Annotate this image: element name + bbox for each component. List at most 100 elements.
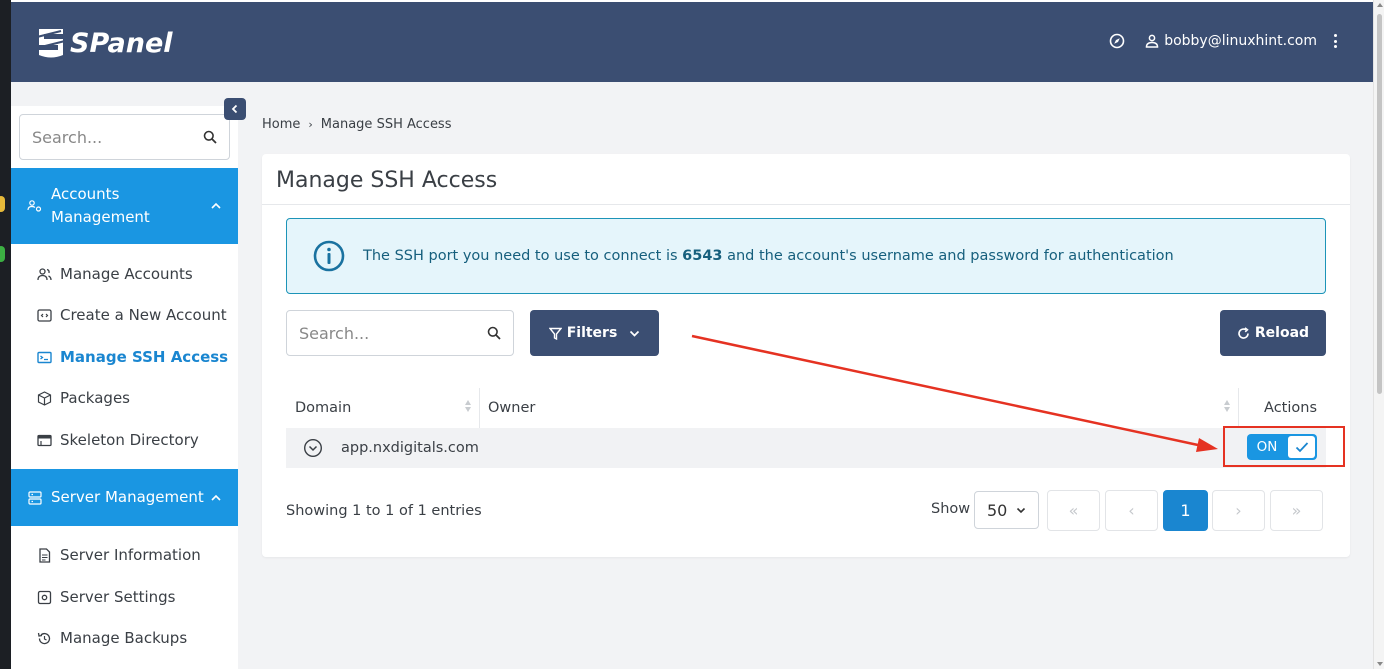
alert-prefix: The SSH port you need to use to connect … xyxy=(363,248,678,264)
scroll-up-icon[interactable] xyxy=(1377,3,1383,7)
filters-button[interactable]: Filters xyxy=(530,310,659,356)
previous-page-icon: ‹ xyxy=(1128,501,1135,520)
ssh-port-value: 6543 xyxy=(682,248,723,264)
highlight-annotation-box xyxy=(1223,426,1345,467)
pagination-previous[interactable]: ‹ xyxy=(1105,490,1158,531)
pagination-next[interactable]: › xyxy=(1212,490,1265,531)
column-label: Owner xyxy=(488,400,536,416)
breadcrumb-home[interactable]: Home xyxy=(262,117,300,132)
sidebar-item-packages[interactable]: Packages xyxy=(37,389,130,407)
sidebar-item-label: Manage Accounts xyxy=(60,265,193,283)
browser-window-icon xyxy=(37,434,52,446)
sidebar-item-manage-ssh-access[interactable]: Manage SSH Access xyxy=(37,348,228,366)
sidebar-item-server-information[interactable]: Server Information xyxy=(37,546,201,564)
sidebar-item-label: Skeleton Directory xyxy=(60,431,199,449)
card-divider xyxy=(262,204,1350,205)
search-icon xyxy=(203,130,217,144)
breadcrumb-separator-icon: › xyxy=(308,118,313,131)
sidebar-item-label: Manage SSH Access xyxy=(60,348,229,366)
sidebar-section-label: Server Management xyxy=(51,488,204,506)
spanel-logo[interactable]: SPanel xyxy=(35,26,173,60)
more-options-icon[interactable] xyxy=(1333,34,1337,48)
filter-icon xyxy=(548,327,562,340)
chevron-left-icon xyxy=(231,104,238,114)
sidebar-item-label: Server Information xyxy=(60,546,201,564)
pagination-first[interactable]: « xyxy=(1047,490,1100,531)
sidebar-item-skeleton-directory[interactable]: Skeleton Directory xyxy=(37,431,199,449)
settings-icon xyxy=(37,590,52,604)
table-row: app.nxdigitals.com ON xyxy=(286,428,1326,468)
accounts-icon xyxy=(27,200,42,212)
package-icon xyxy=(37,390,52,406)
sidebar-search-placeholder: Search... xyxy=(32,127,103,147)
current-page-number: 1 xyxy=(1180,501,1191,520)
scrollbar-thumb[interactable] xyxy=(1377,14,1382,394)
sidebar-section-server-management[interactable]: Server Management xyxy=(11,469,238,526)
sidebar-item-manage-accounts[interactable]: Manage Accounts xyxy=(37,265,193,283)
dock-indicator xyxy=(0,246,5,262)
page-size-select[interactable]: 50 xyxy=(974,491,1039,529)
dock-indicator xyxy=(0,196,5,212)
ssh-port-info-alert: The SSH port you need to use to connect … xyxy=(286,218,1326,294)
sidebar-item-manage-backups[interactable]: Manage Backups xyxy=(37,629,187,647)
sidebar-item-label: Manage Backups xyxy=(60,629,188,647)
sidebar-search-input[interactable]: Search... xyxy=(19,114,230,160)
entries-info: Showing 1 to 1 of 1 entries xyxy=(286,503,482,519)
sidebar-section-label: Accounts Management xyxy=(51,185,150,226)
expand-row-icon[interactable] xyxy=(303,438,323,458)
brand-name: SPanel xyxy=(70,27,173,59)
history-icon xyxy=(37,632,51,644)
info-icon xyxy=(313,240,345,272)
breadcrumb-current: Manage SSH Access xyxy=(320,117,452,132)
last-page-icon: » xyxy=(1291,501,1302,520)
sidebar-item-label: Create a New Account xyxy=(60,306,227,324)
page-scrollbar[interactable] xyxy=(1373,0,1384,669)
column-header-domain[interactable]: Domain xyxy=(286,388,480,428)
spanel-logo-icon xyxy=(36,29,66,58)
user-icon xyxy=(1145,34,1159,48)
user-email[interactable]: bobby@linuxhint.com xyxy=(1164,33,1317,49)
refresh-icon xyxy=(1238,326,1249,339)
table-search-input[interactable]: Search... xyxy=(286,310,514,356)
sidebar-item-create-account[interactable]: Create a New Account xyxy=(37,306,227,324)
pagination-page-1[interactable]: 1 xyxy=(1163,490,1208,531)
table-header: Domain Owner Actions xyxy=(286,388,1326,428)
page-title: Manage SSH Access xyxy=(276,168,498,193)
code-window-icon xyxy=(37,308,52,322)
chevron-down-icon xyxy=(1016,507,1026,514)
column-label: Actions xyxy=(1264,400,1317,416)
users-icon xyxy=(37,267,52,280)
ssh-access-card: Manage SSH Access The SSH port you need … xyxy=(262,154,1350,557)
filters-label: Filters xyxy=(566,325,618,341)
page-size-value: 50 xyxy=(987,500,1008,520)
column-header-owner[interactable]: Owner xyxy=(480,388,1239,428)
sort-icon xyxy=(1224,400,1230,412)
sort-icon xyxy=(465,400,471,412)
row-domain: app.nxdigitals.com xyxy=(341,440,479,456)
compass-icon[interactable] xyxy=(1109,33,1125,49)
sidebar-item-label: Server Settings xyxy=(60,588,176,606)
pagination-last[interactable]: » xyxy=(1270,490,1323,531)
scroll-down-icon[interactable] xyxy=(1377,662,1383,666)
alert-text: The SSH port you need to use to connect … xyxy=(363,248,1174,264)
chevron-down-icon xyxy=(630,330,640,337)
alert-suffix: and the account's username and password … xyxy=(727,248,1174,264)
sidebar: Search... Accounts Management Manage Acc… xyxy=(11,106,238,669)
column-label: Domain xyxy=(295,400,352,416)
first-page-icon: « xyxy=(1068,501,1079,520)
server-icon xyxy=(28,490,42,505)
sidebar-item-label: Packages xyxy=(60,389,130,407)
table-search-placeholder: Search... xyxy=(299,323,370,343)
sidebar-section-accounts-management[interactable]: Accounts Management xyxy=(11,168,238,244)
sidebar-item-server-settings[interactable]: Server Settings xyxy=(37,588,175,606)
desktop-edge xyxy=(0,0,11,669)
reload-button[interactable]: Reload xyxy=(1220,310,1326,356)
top-header: SPanel bobby@linuxhint.com xyxy=(11,0,1373,82)
next-page-icon: › xyxy=(1235,501,1242,520)
search-icon xyxy=(487,326,501,340)
sidebar-collapse-button[interactable] xyxy=(224,98,246,120)
column-header-actions: Actions xyxy=(1239,388,1326,428)
terminal-icon xyxy=(37,351,52,363)
chevron-up-icon xyxy=(211,202,221,209)
reload-label: Reload xyxy=(1254,325,1310,341)
